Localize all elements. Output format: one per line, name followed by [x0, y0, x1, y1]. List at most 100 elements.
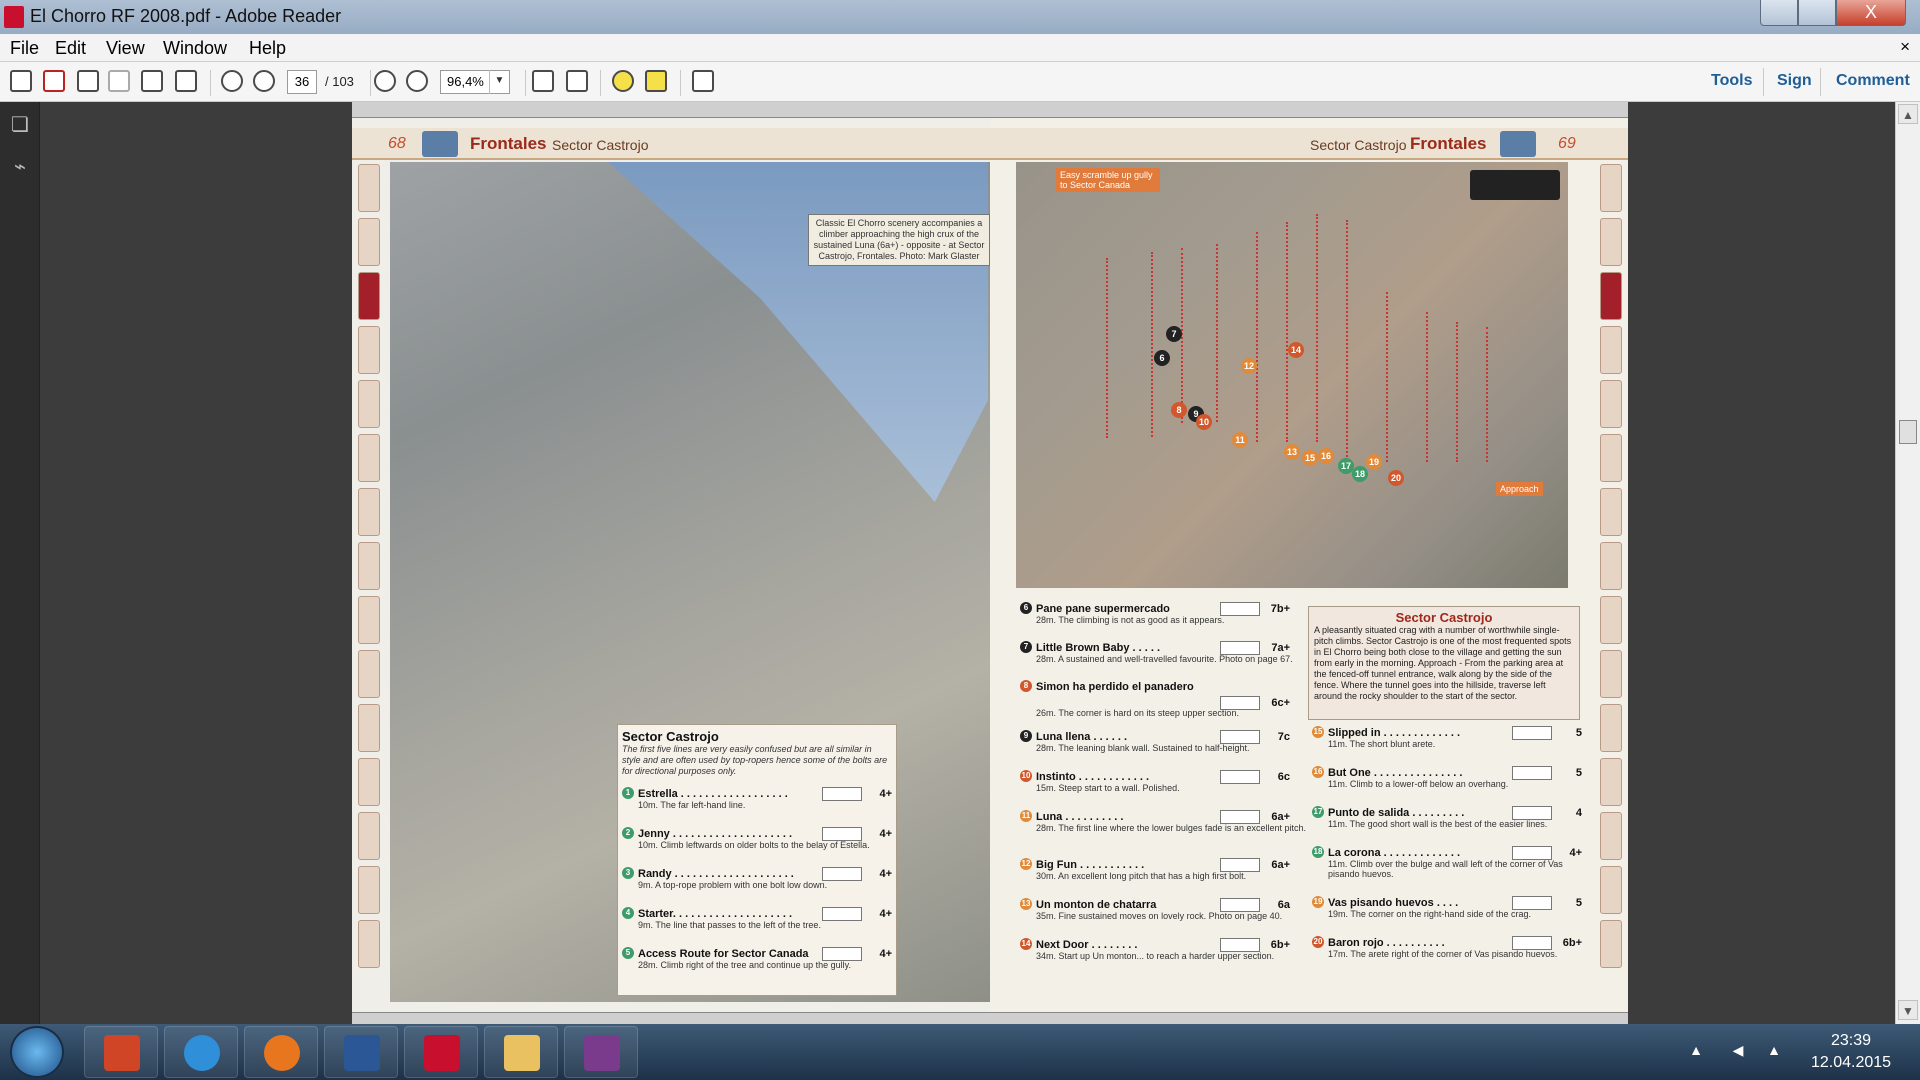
- edit-icon[interactable]: [77, 70, 101, 94]
- scroll-down-icon[interactable]: ▼: [1898, 1000, 1918, 1020]
- show-hidden-icons[interactable]: ▲: [1686, 1042, 1706, 1062]
- page-number: 68: [388, 135, 406, 152]
- route-list-left: 6 Pane pane supermercado 7b+ 28m. The cl…: [1016, 602, 1306, 1002]
- chapter-tab-active: [1600, 272, 1622, 320]
- window-title: El Chorro RF 2008.pdf - Adobe Reader: [30, 6, 342, 26]
- scroll-up-icon[interactable]: ▲: [1898, 104, 1918, 124]
- network-icon[interactable]: ▲: [1764, 1042, 1784, 1062]
- document-view[interactable]: Classic El Chorro scenery accompanies a …: [40, 102, 1895, 1024]
- route-marker: 12: [1241, 358, 1257, 374]
- route-marker: 10: [1196, 414, 1212, 430]
- minimize-button[interactable]: [1760, 0, 1798, 26]
- menu-edit[interactable]: Edit: [55, 38, 86, 59]
- route-grade: 4+: [879, 868, 892, 880]
- route-number: 14: [1020, 938, 1032, 950]
- start-button[interactable]: [10, 1026, 64, 1078]
- route-description: 35m. Fine sustained moves on lovely rock…: [1036, 911, 1283, 921]
- create-pdf-icon[interactable]: [10, 70, 34, 94]
- route-line: [1316, 214, 1318, 442]
- chapter-tab: [1600, 164, 1622, 212]
- attachments-icon[interactable]: ⌁: [9, 154, 31, 178]
- page-total: / 103: [325, 74, 354, 89]
- menu-help[interactable]: Help: [249, 38, 286, 59]
- page-thumbnails-icon[interactable]: ❏: [9, 112, 31, 136]
- route-marker: 6: [1154, 350, 1170, 366]
- route-description: 11m. Climb to a lower-off below an overh…: [1328, 779, 1509, 789]
- route-grade: 6b+: [1562, 937, 1582, 949]
- route-number: 18: [1312, 846, 1324, 858]
- sky: [608, 162, 988, 502]
- chapter-tab: [358, 380, 380, 428]
- file-explorer-icon[interactable]: [484, 1026, 558, 1078]
- route-description: 11m. The short blunt arete.: [1328, 739, 1436, 749]
- zoom-out-icon[interactable]: [374, 70, 398, 94]
- volume-icon[interactable]: ◀: [1728, 1042, 1748, 1062]
- page-number-input[interactable]: 36: [287, 70, 317, 94]
- menu-file[interactable]: File: [10, 38, 39, 59]
- comment-link[interactable]: Comment: [1836, 72, 1910, 90]
- chapter-tab: [1600, 650, 1622, 698]
- save-icon[interactable]: [108, 70, 132, 94]
- chapter-tab: [358, 812, 380, 860]
- route-grade: 4+: [879, 908, 892, 920]
- adobe-reader-icon[interactable]: [404, 1026, 478, 1078]
- chapter-tab: [358, 326, 380, 374]
- print-icon[interactable]: [141, 70, 165, 94]
- route-number: 12: [1020, 858, 1032, 870]
- scroll-thumb[interactable]: [1899, 420, 1917, 444]
- email-icon[interactable]: [175, 70, 199, 94]
- winrar-icon[interactable]: [564, 1026, 638, 1078]
- chapter-tab-active: [358, 272, 380, 320]
- previous-page-edge: [352, 102, 1628, 118]
- pdf-icon[interactable]: [43, 70, 67, 94]
- fullscreen-icon[interactable]: [692, 70, 716, 94]
- route-name: Un monton de chatarra: [1036, 899, 1157, 911]
- page-down-icon[interactable]: [253, 70, 277, 94]
- menu-window[interactable]: Window: [163, 38, 227, 59]
- route-grade: 6c+: [1271, 697, 1290, 709]
- route-grade: 5: [1575, 727, 1582, 739]
- route-description: 11m. The good short wall is the best of …: [1328, 819, 1548, 829]
- zoom-dropdown-icon[interactable]: ▼: [489, 70, 509, 94]
- route-name: Slipped in . . . . . . . . . . . . .: [1328, 727, 1461, 739]
- toolbar: 36 / 103 96,4% ▼ Tools Sign Comment: [0, 62, 1920, 102]
- route-entry: 12 Big Fun . . . . . . . . . . . 6a+ 30m…: [1020, 858, 1290, 896]
- fit-page-icon[interactable]: [532, 70, 556, 94]
- route-name: Luna llena . . . . . .: [1036, 731, 1128, 743]
- close-document-icon[interactable]: ×: [1900, 37, 1910, 57]
- page-68: Classic El Chorro scenery accompanies a …: [352, 118, 990, 1012]
- menu-view[interactable]: View: [106, 38, 145, 59]
- word-icon[interactable]: [324, 1026, 398, 1078]
- page-number: 69: [1558, 135, 1576, 152]
- comment-icon[interactable]: [612, 70, 636, 94]
- route-name: Randy . . . . . . . . . . . . . . . . . …: [638, 868, 794, 880]
- chapter-tab: [1600, 488, 1622, 536]
- chapter-tab: [358, 488, 380, 536]
- system-clock[interactable]: 23:39 12.04.2015: [1796, 1030, 1906, 1074]
- tools-link[interactable]: Tools: [1711, 72, 1752, 90]
- section-title: Frontales: [470, 134, 547, 153]
- route-grade: 5: [1575, 767, 1582, 779]
- vertical-scrollbar[interactable]: ▲ ▼: [1895, 102, 1920, 1024]
- internet-explorer-icon[interactable]: [164, 1026, 238, 1078]
- photo-caption: Classic El Chorro scenery accompanies a …: [808, 214, 990, 266]
- sign-link[interactable]: Sign: [1777, 72, 1812, 90]
- chapter-tab: [358, 866, 380, 914]
- page-up-icon[interactable]: [221, 70, 245, 94]
- fit-width-icon[interactable]: [566, 70, 590, 94]
- firefox-icon[interactable]: [244, 1026, 318, 1078]
- route-description: 9m. A top-rope problem with one bolt low…: [638, 880, 828, 890]
- chapter-tab: [1600, 758, 1622, 806]
- powerpoint-icon[interactable]: [84, 1026, 158, 1078]
- close-button[interactable]: X: [1836, 0, 1906, 26]
- chapter-tabs: [358, 164, 380, 1004]
- sun-shade-icons: [1470, 170, 1560, 200]
- maximize-button[interactable]: [1798, 0, 1836, 26]
- highlight-icon[interactable]: [645, 70, 669, 94]
- zoom-in-icon[interactable]: [406, 70, 430, 94]
- route-description: 9m. The line that passes to the left of …: [638, 920, 821, 930]
- route-grade: 7b+: [1270, 603, 1290, 615]
- toolbar-divider: [680, 70, 681, 96]
- route-line: [1426, 312, 1428, 462]
- page-spread: Classic El Chorro scenery accompanies a …: [352, 102, 1628, 1024]
